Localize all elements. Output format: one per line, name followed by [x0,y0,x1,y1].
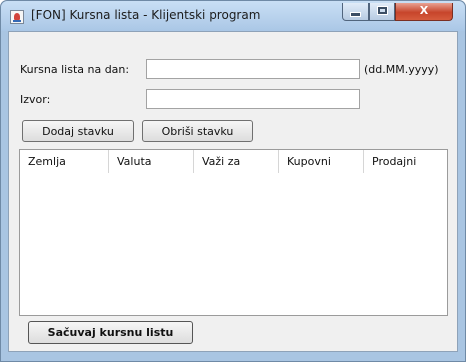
window-title: [FON] Kursna lista - Klijentski program [31,8,261,22]
column-header[interactable]: Valuta [109,150,194,173]
date-format-hint: (dd.MM.yyyy) [364,63,439,76]
table-header: Zemlja Valuta Važi za Kupovni Prodajni [20,150,447,173]
column-header[interactable]: Zemlja [20,150,109,173]
title-bar[interactable]: [FON] Kursna lista - Klijentski program … [1,1,465,31]
rates-table[interactable]: Zemlja Valuta Važi za Kupovni Prodajni [19,149,448,316]
form-panel: Kursna lista na dan: (dd.MM.yyyy) Izvor:… [8,31,458,352]
date-label: Kursna lista na dan: [20,63,130,76]
delete-item-button[interactable]: Obriši stavku [142,120,253,142]
close-button[interactable]: X [395,3,453,21]
minimize-button[interactable] [342,3,369,21]
java-app-icon [10,10,24,24]
column-header[interactable]: Prodajni [364,150,447,173]
maximize-button[interactable] [369,3,395,21]
minimize-icon [350,12,361,17]
close-icon: X [419,4,429,17]
column-header[interactable]: Kupovni [279,150,364,173]
source-label: Izvor: [20,93,51,106]
date-input[interactable] [146,59,360,79]
column-header[interactable]: Važi za [194,150,279,173]
app-window: [FON] Kursna lista - Klijentski program … [0,0,466,362]
add-item-button[interactable]: Dodaj stavku [22,120,134,142]
source-input[interactable] [146,89,360,109]
save-rates-button[interactable]: Sačuvaj kursnu listu [28,321,193,344]
maximize-icon [377,7,387,14]
